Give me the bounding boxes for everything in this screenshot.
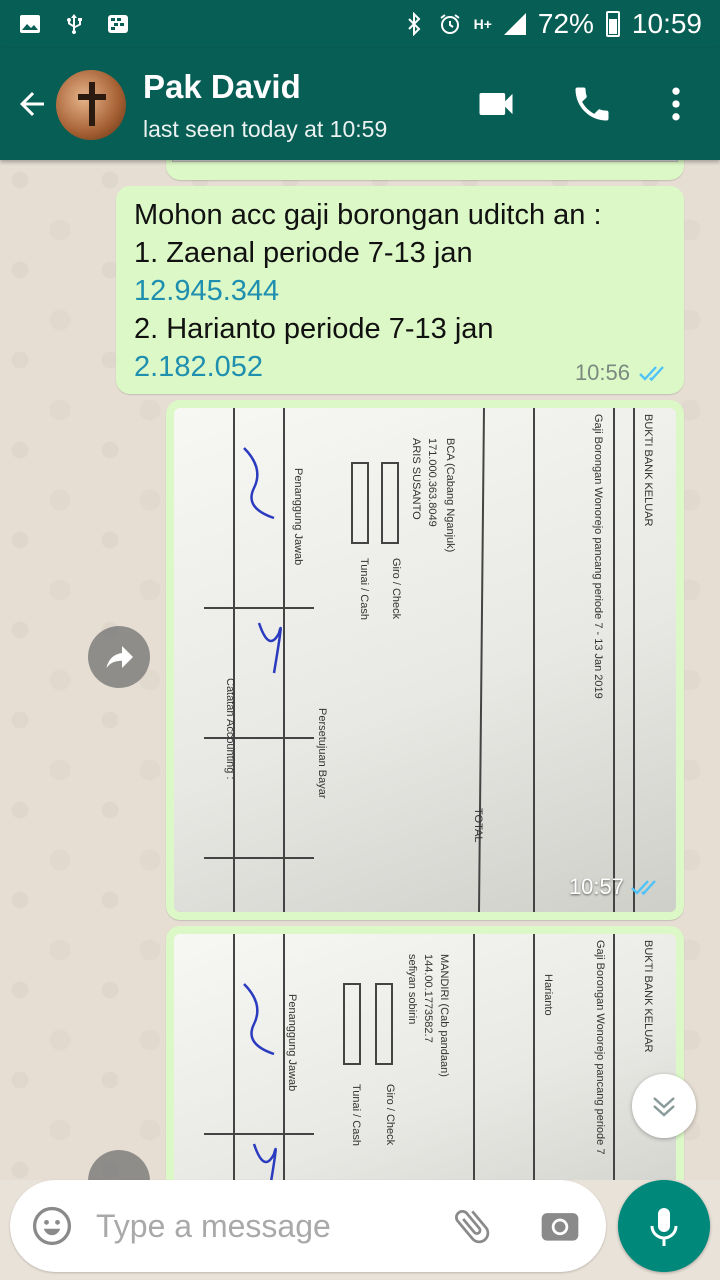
contact-avatar[interactable] <box>56 70 126 140</box>
contact-name[interactable]: Pak David <box>143 68 301 106</box>
image-meta: 10:57 <box>569 874 662 900</box>
battery-percent: 72% <box>537 8 594 39</box>
battery-icon <box>605 11 620 37</box>
message-line: 1. Zaenal periode 7-13 jan <box>134 237 473 269</box>
document-text: Penanggung Jawab <box>286 994 298 1092</box>
read-receipt-icon <box>631 880 656 896</box>
document-text: sefiyan sobirin <box>406 954 418 1025</box>
signal-icon <box>503 13 526 35</box>
document-text: Catatan Accounting : <box>224 678 236 780</box>
document-text: 144.00.1773582.7 <box>422 954 434 1043</box>
message-input[interactable] <box>96 1202 436 1250</box>
last-seen-status: last seen today at 10:59 <box>143 116 388 142</box>
document-text: 171.000.363.8049 <box>426 438 438 527</box>
document-text: Tunai / Cash <box>350 1084 362 1146</box>
payment-voucher-photo[interactable]: BUKTI BANK KELUAR Gaji Borongan Wonorejo… <box>174 408 676 912</box>
message-composer <box>10 1180 606 1272</box>
phone-number-link[interactable]: 12.945.344 <box>134 272 666 310</box>
bluetooth-icon <box>407 12 420 36</box>
document-text: BUKTI BANK KELUAR <box>642 940 654 1053</box>
chat-header: Pak David last seen today at 10:59 <box>0 48 720 160</box>
mic-icon[interactable] <box>618 1180 710 1272</box>
document-text: Giro / Check <box>390 558 402 620</box>
message-meta: 10:56 <box>575 360 670 386</box>
camera-icon[interactable] <box>538 1204 582 1248</box>
more-vert-icon[interactable] <box>654 82 698 126</box>
emoji-icon[interactable] <box>30 1204 74 1248</box>
clock: 10:59 <box>631 8 702 39</box>
document-text: TOTAL <box>472 808 484 843</box>
message-line: 2. Harianto periode 7-13 jan <box>134 313 494 345</box>
gallery-notification-icon <box>20 15 40 33</box>
document-text: BCA (Cabang Nganjuk) <box>444 438 456 553</box>
document-text: Gaji Borongan Wonorejo pancang periode 7… <box>592 414 604 699</box>
video-call-icon[interactable] <box>474 82 518 126</box>
network-type: H+ <box>473 16 492 32</box>
usb-notification-icon <box>67 14 82 35</box>
read-receipt-icon <box>639 366 664 382</box>
document-text: ARIS SUSANTO <box>410 438 422 520</box>
chevron-down-icon[interactable] <box>632 1074 696 1138</box>
document-text: Penanggung Jawab <box>292 468 304 566</box>
document-text: Giro / Check <box>384 1084 396 1146</box>
outgoing-text-message[interactable]: Mohon acc gaji borongan uditch an : 1. Z… <box>116 186 684 394</box>
message-time: 10:57 <box>568 874 624 899</box>
share-icon[interactable] <box>88 1150 150 1180</box>
share-icon[interactable] <box>88 626 150 688</box>
bbm-notification-icon <box>108 15 128 33</box>
document-text: Tunai / Cash <box>358 558 370 620</box>
document-text: Gaji Borongan Wonorejo pancang periode 7 <box>594 940 606 1155</box>
phone-icon[interactable] <box>570 82 614 126</box>
message-line: Mohon acc gaji borongan uditch an : <box>134 199 602 231</box>
document-text: Persetujuan Bayar <box>316 708 328 799</box>
document-text: MANDIRI (Cab pandaan) <box>438 954 450 1077</box>
document-text: Harianto <box>542 974 554 1016</box>
outgoing-image-message[interactable]: BUKTI BANK KELUAR Gaji Borongan Wonorejo… <box>166 926 684 1180</box>
previous-image-message[interactable] <box>166 160 684 180</box>
attach-icon[interactable] <box>450 1204 494 1248</box>
message-time: 10:56 <box>574 360 630 385</box>
alarm-icon <box>439 14 460 34</box>
document-text: BUKTI BANK KELUAR <box>642 414 654 527</box>
payment-voucher-photo[interactable]: BUKTI BANK KELUAR Gaji Borongan Wonorejo… <box>174 934 676 1180</box>
outgoing-image-message[interactable]: BUKTI BANK KELUAR Gaji Borongan Wonorejo… <box>166 400 684 920</box>
back-arrow-icon[interactable] <box>14 86 50 122</box>
chat-area[interactable]: Mohon acc gaji borongan uditch an : 1. Z… <box>0 160 720 1180</box>
status-bar: H+ 72% 10:59 <box>0 0 720 48</box>
